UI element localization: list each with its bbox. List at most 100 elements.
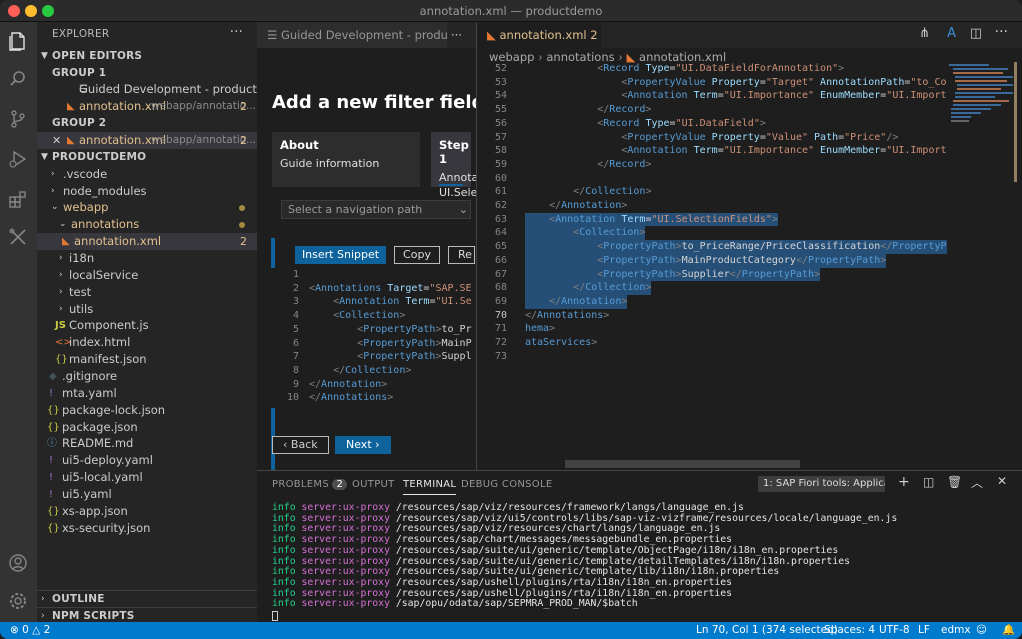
title-bar: annotation.xml — productdemo (0, 0, 1022, 22)
sap-tools-icon[interactable] (7, 226, 29, 248)
trash-icon[interactable]: 🗑 (947, 475, 962, 489)
account-icon[interactable] (7, 552, 29, 574)
open-editor-item[interactable]: ✕ ◣ annotation.xml webapp/annotatio... 2 (37, 132, 257, 149)
tree-item[interactable]: ⌄ annotations (37, 216, 257, 233)
line-number: 66 (494, 254, 507, 266)
maximize-panel-icon[interactable]: ︿ (971, 474, 983, 491)
tree-item[interactable]: <> index.html (37, 334, 257, 351)
terminal-select[interactable]: 1: SAP Fiori tools: Applicat ⌄ (758, 476, 885, 492)
copy-button[interactable]: Copy (394, 246, 440, 264)
open-editors-section[interactable]: ▼ OPEN EDITORS (37, 48, 257, 65)
code-token: Property (711, 131, 760, 143)
tab-terminal[interactable]: TERMINAL (403, 479, 457, 495)
tree-item[interactable]: {} manifest.json (37, 351, 257, 368)
close-icon[interactable]: ✕ (52, 132, 61, 149)
graph-icon[interactable]: ⋔ (919, 26, 930, 41)
close-panel-icon[interactable]: ✕ (997, 474, 1007, 488)
extensions-icon[interactable] (7, 188, 29, 210)
explorer-icon[interactable] (7, 30, 29, 52)
outline-section[interactable]: › OUTLINE (37, 590, 257, 607)
code-token: > (591, 337, 598, 348)
bell-icon[interactable]: 🔔 (1002, 622, 1015, 639)
tab-problems[interactable]: PROBLEMS 2 (272, 479, 348, 490)
code-token: > (621, 200, 628, 211)
tree-item[interactable]: › localService (37, 267, 257, 284)
code-token: Record (609, 158, 646, 170)
line-number: 59 (494, 158, 507, 170)
minimap[interactable] (947, 62, 1017, 462)
code-token: PropertyPath (603, 241, 676, 253)
problems-status[interactable]: ⊗ 0 △ 2 (10, 622, 50, 639)
back-button[interactable]: ‹ Back (272, 436, 329, 454)
group-1-header[interactable]: GROUP 1 (37, 65, 257, 82)
tree-item[interactable]: ! mta.yaml (37, 385, 257, 402)
tree-item[interactable]: ! ui5-deploy.yaml (37, 452, 257, 469)
tree-item[interactable]: › test (37, 284, 257, 301)
annotation-icon[interactable]: A (947, 26, 956, 41)
tree-item[interactable]: ◆ .gitignore (37, 368, 257, 385)
open-editor-item[interactable]: ☰ Guided Development - productdemo (37, 81, 289, 98)
tree-item[interactable]: {} package-lock.json (37, 402, 257, 419)
horizontal-scrollbar[interactable] (565, 460, 800, 468)
split-terminal-icon[interactable]: ◫ (923, 475, 934, 489)
step-1-card[interactable]: Step 1 Annota UI.Selec (431, 132, 483, 199)
line-number: 65 (494, 241, 507, 253)
next-label: Next (346, 438, 372, 451)
tree-item[interactable]: {} package.json (37, 419, 257, 436)
tab-guided-development[interactable]: ☰ Guided Development - productdemo (257, 22, 447, 48)
insert-snippet-button[interactable]: Insert Snippet (295, 246, 386, 264)
tree-item[interactable]: ! ui5-local.yaml (37, 469, 257, 486)
indentation[interactable]: Spaces: 4 (824, 622, 875, 639)
split-editor-icon[interactable]: ◫ (970, 26, 982, 41)
warning-icon: △ (32, 624, 44, 636)
run-debug-icon[interactable] (7, 148, 29, 170)
code-token: </ (549, 200, 562, 211)
code-editor[interactable]: 52 <Record Type="UI.DataFieldForAnnotati… (477, 62, 947, 462)
more-actions-icon[interactable]: ··· (995, 24, 1008, 40)
window-title: annotation.xml — productdemo (419, 4, 603, 18)
settings-gear-icon[interactable] (7, 590, 29, 612)
tree-item[interactable]: › node_modules (37, 183, 257, 200)
tree-item[interactable]: {} xs-security.json (37, 520, 257, 537)
more-actions-icon[interactable]: ··· (447, 22, 476, 48)
tree-item[interactable]: ⓘ README.md (37, 435, 257, 452)
source-control-icon[interactable] (7, 108, 29, 130)
search-icon[interactable] (7, 68, 29, 90)
navigation-path-select[interactable]: Select a navigation path ⌄ (281, 200, 471, 219)
tab-label: Guided Development - productdemo (280, 28, 447, 42)
terminal-cursor (272, 611, 278, 621)
cursor-position[interactable]: Ln 70, Col 1 (374 selected) (696, 622, 838, 639)
code-line: 59 </Record> (477, 158, 947, 172)
tree-item-selected[interactable]: ◣ annotation.xml 2 (37, 233, 257, 250)
tree-item[interactable]: JS Component.js (37, 317, 257, 334)
tab-annotation-xml[interactable]: ◣ annotation.xml 2 ✕ (477, 22, 601, 48)
tab-output[interactable]: OUTPUT (352, 479, 395, 490)
line-number: 54 (494, 90, 507, 102)
project-section[interactable]: ▼ PRODUCTDEMO (37, 149, 257, 166)
reset-button[interactable]: Re (448, 246, 475, 264)
tree-item[interactable]: › .vscode (37, 166, 257, 183)
about-card[interactable]: About Guide information (272, 132, 420, 187)
encoding[interactable]: UTF-8 (879, 622, 910, 639)
language-mode[interactable]: edmx (941, 622, 971, 639)
tree-item[interactable]: {} xs-app.json (37, 503, 257, 520)
more-actions-icon[interactable]: ··· (230, 24, 243, 40)
tree-item[interactable]: › utils (37, 301, 257, 318)
section-label: OUTLINE (52, 593, 105, 605)
tree-item[interactable]: › i18n (37, 250, 257, 267)
feedback-icon[interactable]: ☺ (976, 622, 987, 639)
code-token: "Value" (765, 131, 815, 143)
tree-item[interactable]: ! ui5.yaml (37, 486, 257, 503)
tab-debug-console[interactable]: DEBUG CONSOLE (461, 479, 552, 490)
end-of-line[interactable]: LF (918, 622, 930, 639)
group-2-header[interactable]: GROUP 2 (37, 115, 257, 132)
log-message: /resources/sap/chart/messages/messagebun… (389, 534, 733, 546)
log-level: info (272, 576, 296, 588)
next-button[interactable]: Next › (335, 436, 391, 454)
tree-item[interactable]: ⌄ webapp (37, 199, 257, 216)
add-terminal-icon[interactable]: + (898, 474, 910, 490)
open-editor-item[interactable]: ◣ annotation.xml webapp/annotatio... 2 (37, 98, 257, 115)
code-token: Annotations (537, 309, 604, 321)
